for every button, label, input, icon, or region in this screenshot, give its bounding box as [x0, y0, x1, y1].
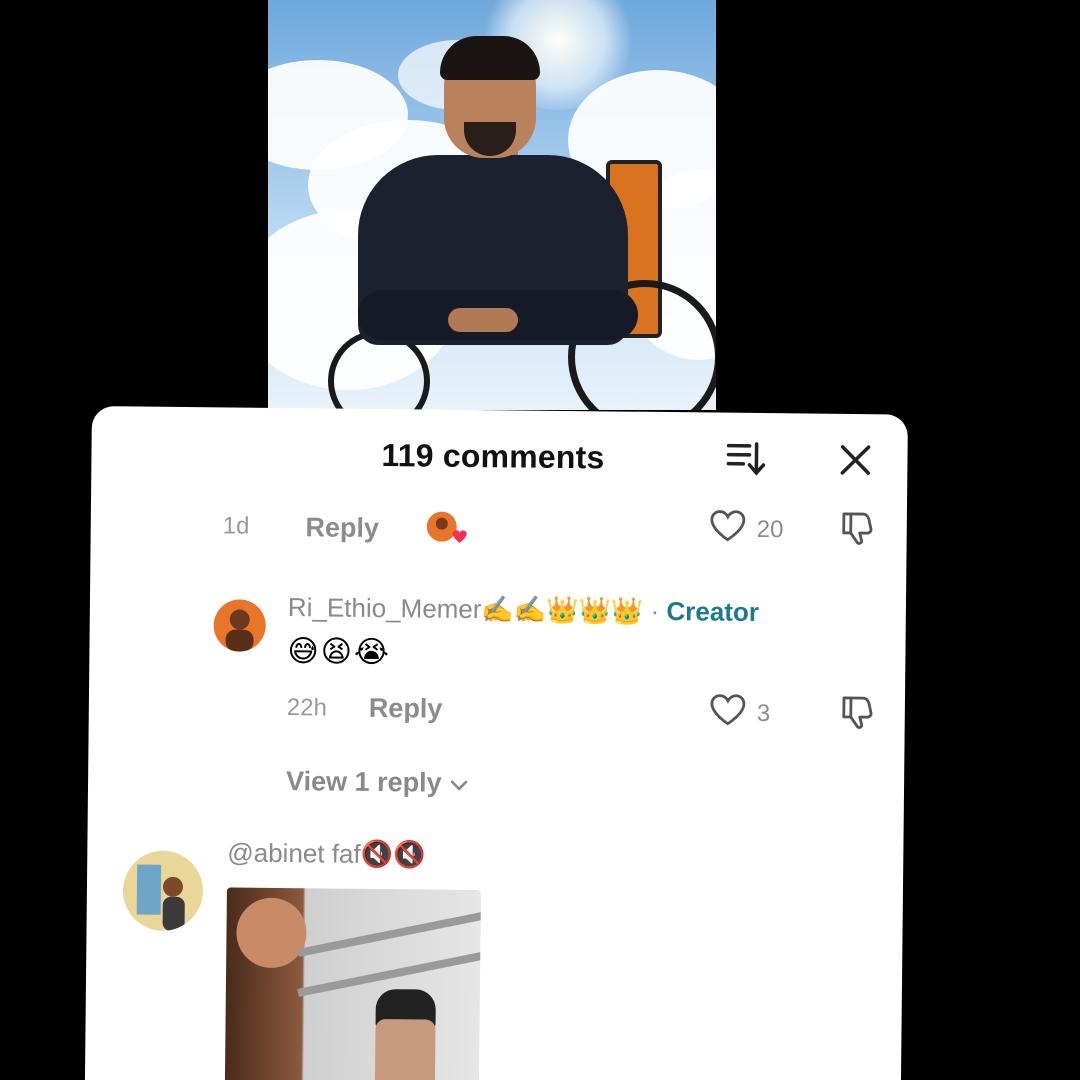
sort-icon[interactable] [723, 437, 767, 481]
heart-outline-icon [709, 508, 747, 549]
creator-badge: Creator [666, 596, 760, 627]
avatar[interactable] [213, 599, 266, 652]
like-button[interactable]: 3 [709, 692, 771, 734]
comment-text: 😅😫😭 [287, 635, 392, 670]
gif-ceiling-beam [297, 909, 481, 957]
username-text: Ri_Ethio_Memer✍️✍️👑👑👑 [287, 592, 644, 626]
creator-comment-actions: 22h Reply [287, 692, 443, 725]
close-icon[interactable] [833, 438, 877, 482]
comments-header: 119 comments [91, 426, 908, 491]
dislike-icon[interactable] [839, 694, 877, 735]
gif-figure-face [236, 897, 307, 969]
reply-button[interactable]: Reply [369, 693, 443, 725]
comment-username[interactable]: @abinet faf🔇🔇 [227, 837, 425, 870]
like-count: 20 [756, 515, 784, 543]
comments-sheet: 119 comments 1d Reply 20 Ri_Ethio_Memer✍… [84, 406, 908, 1080]
creator-liked-heart-icon [426, 510, 469, 548]
comments-count-title: 119 comments [381, 437, 605, 476]
chevron-down-icon [450, 768, 468, 799]
person-hands [448, 308, 518, 332]
view-replies-label: View 1 reply [285, 766, 442, 798]
heart-outline-icon [709, 692, 747, 733]
dislike-icon[interactable] [839, 510, 877, 551]
reply-button[interactable]: Reply [305, 512, 379, 544]
like-button[interactable]: 20 [709, 508, 784, 550]
avatar[interactable] [122, 850, 204, 932]
username-separator: · [643, 595, 667, 627]
comment-username[interactable]: Ri_Ethio_Memer✍️✍️👑👑👑 · Creator [288, 592, 759, 628]
comment-gif-image[interactable] [224, 887, 481, 1080]
previous-comment-actions: 1d Reply [223, 507, 470, 548]
gif-person [374, 1019, 436, 1080]
like-count: 3 [756, 699, 771, 727]
screen: 119 comments 1d Reply 20 Ri_Ethio_Memer✍… [0, 0, 1080, 1080]
view-replies-button[interactable]: View 1 reply [286, 766, 468, 799]
comment-time: 22h [286, 693, 328, 721]
video-player[interactable] [268, 0, 716, 410]
person-hair [440, 36, 540, 80]
comment-time: 1d [222, 512, 250, 540]
